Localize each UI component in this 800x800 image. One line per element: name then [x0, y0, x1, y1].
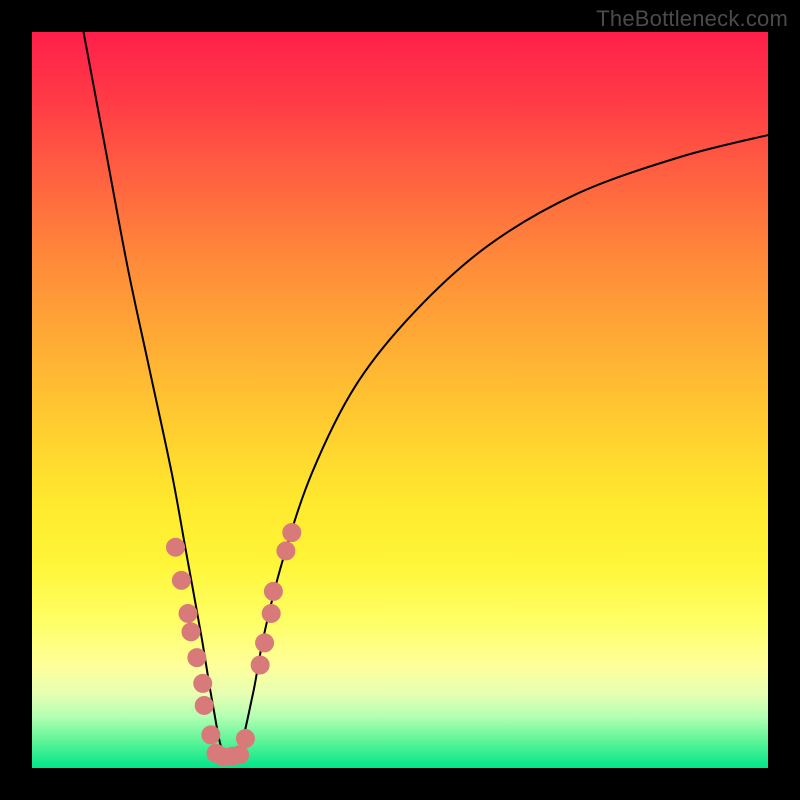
data-point — [179, 604, 197, 622]
data-point — [172, 571, 190, 589]
data-point — [236, 730, 254, 748]
data-point — [231, 746, 249, 764]
data-point — [167, 538, 185, 556]
data-point — [188, 649, 206, 667]
data-point — [277, 542, 295, 560]
chart-svg — [32, 32, 768, 768]
data-point — [202, 726, 220, 744]
data-point — [195, 696, 213, 714]
plot-area — [32, 32, 768, 768]
data-point — [264, 582, 282, 600]
bottleneck-curve — [84, 32, 768, 760]
data-point — [182, 623, 200, 641]
data-point — [256, 634, 274, 652]
data-point — [194, 674, 212, 692]
watermark-text: TheBottleneck.com — [596, 6, 788, 32]
data-point — [251, 656, 269, 674]
data-point — [262, 604, 280, 622]
data-point — [283, 523, 301, 541]
chart-frame: TheBottleneck.com — [0, 0, 800, 800]
